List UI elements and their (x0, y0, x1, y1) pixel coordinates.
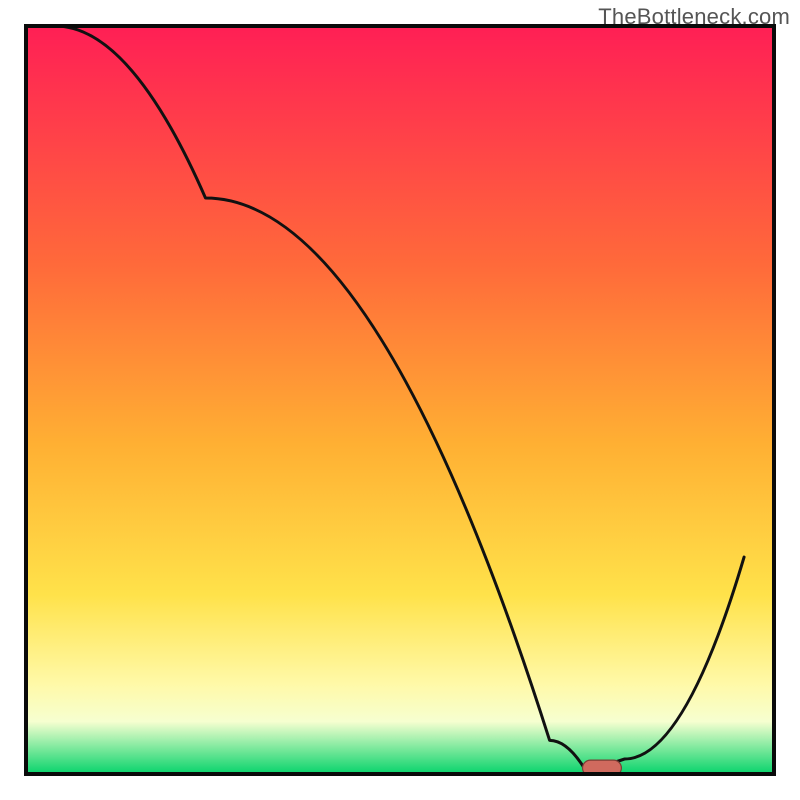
watermark-label: TheBottleneck.com (598, 4, 790, 30)
chart-svg (0, 0, 800, 800)
gradient-background (26, 26, 774, 774)
chart-stage: TheBottleneck.com (0, 0, 800, 800)
